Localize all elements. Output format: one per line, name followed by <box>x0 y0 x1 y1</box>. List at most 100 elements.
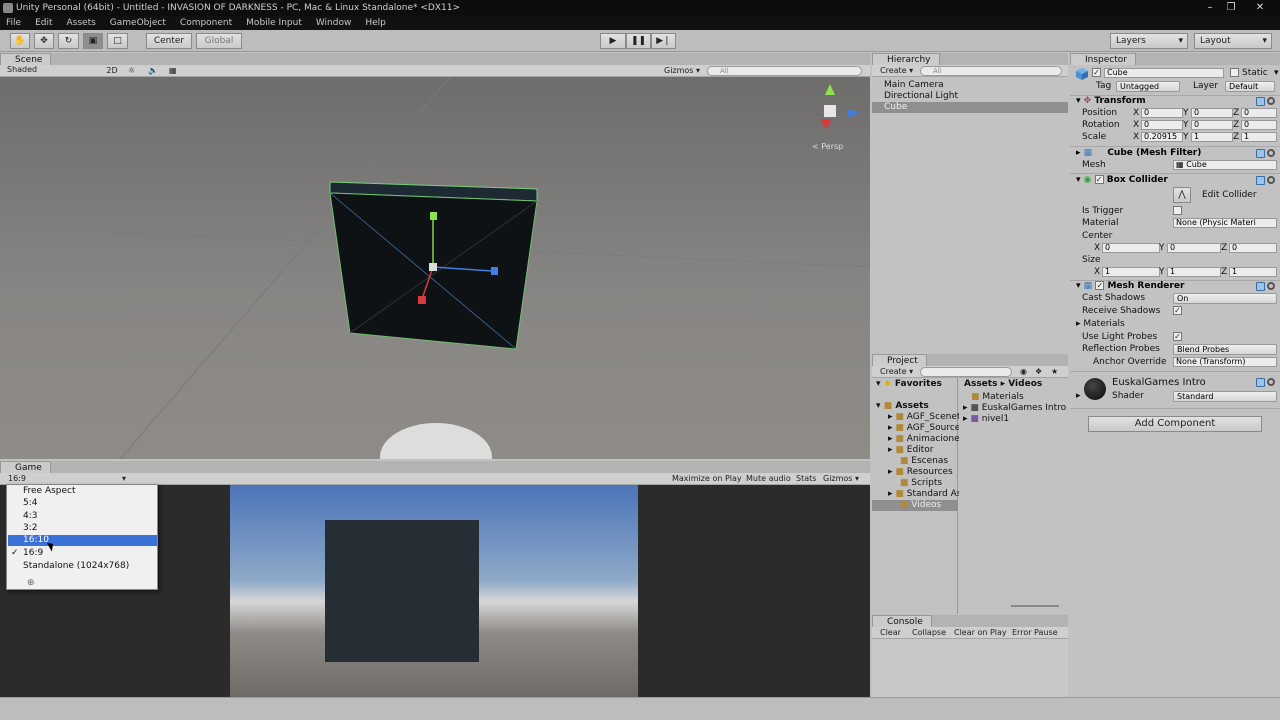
orientation-gizmo-x[interactable] <box>820 119 832 129</box>
layers-dropdown[interactable]: Layers ▾ <box>1110 33 1188 49</box>
folder-escenas[interactable]: ■ Escenas <box>888 456 948 466</box>
help-icon[interactable] <box>1256 97 1265 106</box>
favorites-section[interactable]: ▾ ★ Favorites <box>876 379 942 389</box>
hierarchy-create-dropdown[interactable]: Create ▾ <box>880 65 913 76</box>
2d-toggle[interactable]: 2D <box>101 65 123 76</box>
aspect-option-16-10[interactable]: 16:10 <box>23 535 49 546</box>
console-clear-button[interactable]: Clear <box>880 627 901 638</box>
gear-icon[interactable] <box>1267 149 1275 157</box>
mute-audio-toggle[interactable]: Mute audio <box>746 473 791 484</box>
file-nivel1[interactable]: ▸ ■ nivel1 <box>963 414 1009 424</box>
stats-toggle[interactable]: Stats <box>796 473 816 484</box>
console-clear-on-play-button[interactable]: Clear on Play <box>954 627 1007 638</box>
tag-dropdown[interactable]: Untagged <box>1116 81 1180 92</box>
reflection-probes-dropdown[interactable]: Blend Probes <box>1173 344 1277 355</box>
breadcrumb-assets[interactable]: Assets <box>964 379 997 389</box>
shader-dropdown[interactable]: Standard <box>1173 391 1277 402</box>
gizmo-x-handle[interactable] <box>418 296 426 304</box>
chevron-down-icon[interactable]: ▾ <box>1274 68 1279 78</box>
aspect-dropdown[interactable]: 16:9 ▾ <box>8 473 126 484</box>
menu-window[interactable]: Window <box>316 16 352 30</box>
static-checkbox[interactable] <box>1230 68 1239 77</box>
position-x-input[interactable]: 0 <box>1141 108 1183 118</box>
scale-tool-icon[interactable]: ▣ <box>83 33 103 49</box>
gizmo-z-handle[interactable] <box>491 267 498 275</box>
hand-tool-icon[interactable]: ✋ <box>10 33 30 49</box>
cast-shadows-dropdown[interactable]: On <box>1173 293 1277 304</box>
maximize-icon[interactable]: ❐ <box>1221 0 1241 16</box>
materials-foldout[interactable]: ▸ Materials <box>1076 319 1125 329</box>
help-icon[interactable] <box>1256 149 1265 158</box>
console-collapse-button[interactable]: Collapse <box>912 627 946 638</box>
aspect-option-16-9[interactable]: 16:9 <box>23 547 43 559</box>
step-icon[interactable]: ▶❘ <box>651 33 676 49</box>
hierarchy-item-main-camera[interactable]: Main Camera <box>884 80 944 90</box>
file-euskalgames-intro[interactable]: ▸ ■ EuskalGames Intro <box>963 403 1066 413</box>
is-trigger-checkbox[interactable] <box>1173 206 1182 215</box>
aspect-option-3-2[interactable]: 3:2 <box>23 522 37 534</box>
hierarchy-search-input[interactable]: All <box>920 66 1062 76</box>
breadcrumb-videos[interactable]: Videos <box>1008 379 1042 389</box>
scene-effects-icon[interactable]: ▦ <box>169 65 177 76</box>
scene-gizmos-dropdown[interactable]: Gizmos ▾ <box>664 65 700 76</box>
scale-x-input[interactable]: 0.20915 <box>1141 132 1183 142</box>
play-icon[interactable]: ▶ <box>600 33 626 49</box>
rotation-z-input[interactable]: 0 <box>1241 120 1277 130</box>
menu-edit[interactable]: Edit <box>35 16 52 30</box>
orientation-gizmo-z[interactable] <box>848 109 860 117</box>
help-icon[interactable] <box>1256 176 1265 185</box>
gear-icon[interactable] <box>1267 97 1275 105</box>
scene-audio-icon[interactable]: 🔈 <box>148 65 158 76</box>
box-collider-header[interactable]: ▾ ◉ ✓ Box Collider <box>1076 174 1276 187</box>
assets-section[interactable]: ▾ ■ Assets <box>876 401 929 411</box>
mesh-field[interactable]: ▦ Cube <box>1173 160 1277 170</box>
folder-standard-assets[interactable]: ▸ ■ Standard As <box>888 489 961 499</box>
menu-mobile-input[interactable]: Mobile Input <box>246 16 302 30</box>
pause-icon[interactable]: ❚❚ <box>626 33 651 49</box>
help-icon[interactable] <box>1256 378 1265 387</box>
scene-lighting-icon[interactable]: ☼ <box>128 65 135 76</box>
center-y-input[interactable]: 0 <box>1167 243 1221 253</box>
active-checkbox[interactable]: ✓ <box>1092 68 1101 77</box>
scale-z-input[interactable]: 1 <box>1241 132 1277 142</box>
add-component-button[interactable]: Add Component <box>1088 416 1262 432</box>
pivot-global-button[interactable]: Global <box>196 33 242 49</box>
gear-icon[interactable] <box>1267 282 1275 290</box>
folder-resources[interactable]: ▸ ■ Resources <box>888 467 953 477</box>
filter-type-icon[interactable]: ◉ <box>1020 366 1027 377</box>
menu-gameobject[interactable]: GameObject <box>110 16 166 30</box>
pivot-center-button[interactable]: Center <box>146 33 192 49</box>
project-create-dropdown[interactable]: Create ▾ <box>880 366 913 377</box>
size-y-input[interactable]: 1 <box>1167 267 1221 277</box>
aspect-option-standalone[interactable]: Standalone (1024x768) <box>23 560 129 572</box>
mesh-filter-header[interactable]: ▸ ▦ Cube (Mesh Filter) <box>1076 147 1276 160</box>
gear-icon[interactable] <box>1267 378 1275 386</box>
console-error-pause-button[interactable]: Error Pause <box>1012 627 1058 638</box>
receive-shadows-checkbox[interactable]: ✓ <box>1173 306 1182 315</box>
folder-editor[interactable]: ▸ ■ Editor <box>888 445 933 455</box>
scene-viewport[interactable]: < Persp <box>0 77 870 459</box>
minimize-icon[interactable]: – <box>1200 0 1220 16</box>
size-x-input[interactable]: 1 <box>1102 267 1160 277</box>
rotation-y-input[interactable]: 0 <box>1191 120 1233 130</box>
center-x-input[interactable]: 0 <box>1102 243 1160 253</box>
icon-size-slider[interactable] <box>1011 605 1059 607</box>
projection-label[interactable]: < Persp <box>812 142 843 151</box>
gizmo-center-handle[interactable] <box>429 263 437 271</box>
orientation-gizmo-center[interactable] <box>824 105 836 117</box>
help-icon[interactable] <box>1256 282 1265 291</box>
folder-animaciones[interactable]: ▸ ■ Animaciones <box>888 434 964 444</box>
maximize-on-play-toggle[interactable]: Maximize on Play <box>672 473 742 484</box>
layer-dropdown[interactable]: Default <box>1225 81 1275 92</box>
orientation-gizmo-y[interactable] <box>825 84 835 95</box>
object-name-input[interactable]: Cube <box>1104 68 1224 78</box>
gizmo-y-handle[interactable] <box>430 212 437 220</box>
folder-videos[interactable]: ■ Videos <box>888 500 941 510</box>
folder-agf-source[interactable]: ▸ ■ AGF_Source <box>888 423 960 433</box>
rect-tool-icon[interactable]: □ <box>107 33 128 49</box>
rotate-tool-icon[interactable]: ↻ <box>58 33 79 49</box>
folder-agf-scenet[interactable]: ▸ ■ AGF_Scenet <box>888 412 960 422</box>
anchor-override-field[interactable]: None (Transform) <box>1173 357 1277 367</box>
aspect-option-4-3[interactable]: 4:3 <box>23 510 37 522</box>
transform-header[interactable]: ▾ ✥ Transform <box>1076 95 1276 108</box>
